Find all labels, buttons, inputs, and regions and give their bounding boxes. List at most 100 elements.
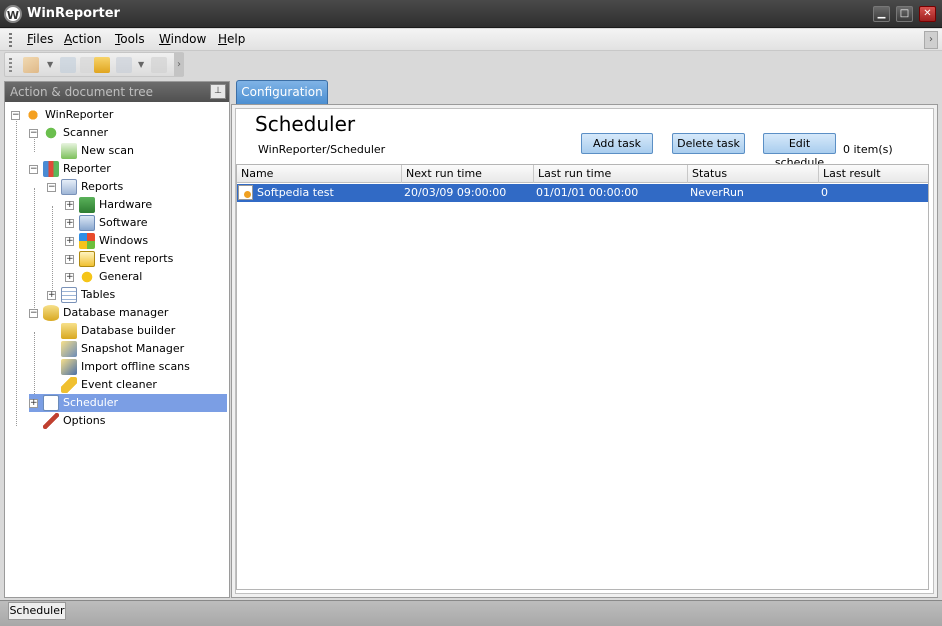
tree-node-options[interactable]: Options — [29, 412, 227, 430]
window-title: WinReporter — [27, 6, 120, 21]
new-scan-icon[interactable] — [23, 57, 39, 73]
task-table: Name Next run time Last run time Status … — [236, 164, 929, 590]
breadcrumb: WinReporter/Scheduler — [258, 143, 386, 156]
tree-label: Scheduler — [63, 396, 119, 409]
menu-action[interactable]: Action — [64, 32, 102, 46]
collapse-icon[interactable]: − — [29, 165, 38, 174]
tree-node-snapshot-manager[interactable]: Snapshot Manager — [47, 340, 227, 358]
add-task-button[interactable]: Add task — [581, 133, 653, 154]
expand-icon[interactable]: + — [65, 201, 74, 210]
winreporter-icon — [25, 107, 41, 123]
tree-label: WinReporter — [45, 108, 114, 121]
tree-label: Reports — [81, 180, 124, 193]
tree-node-software[interactable]: + Software — [65, 214, 227, 232]
tree-line — [16, 116, 17, 426]
hardware-icon — [79, 197, 95, 213]
column-header-status[interactable]: Status — [688, 165, 819, 183]
scanner-icon — [43, 125, 59, 141]
tree-node-database-manager[interactable]: − Database manager — [29, 304, 227, 322]
cell-status: NeverRun — [690, 186, 744, 199]
tree-label: Database builder — [81, 324, 176, 337]
menu-help[interactable]: Help — [218, 32, 245, 46]
windows-icon — [79, 233, 95, 249]
collapse-icon[interactable]: − — [29, 309, 38, 318]
tree-node-database-builder[interactable]: Database builder — [47, 322, 227, 340]
minimize-button[interactable]: ▁ — [873, 6, 890, 22]
expand-icon[interactable]: + — [47, 291, 56, 300]
column-header-last-result[interactable]: Last result — [819, 165, 928, 183]
tree-node-scanner[interactable]: − Scanner — [29, 124, 227, 142]
open-folder-icon[interactable] — [94, 57, 110, 73]
column-header-name[interactable]: Name — [237, 165, 402, 183]
event-reports-icon — [79, 251, 95, 267]
tree-label: Options — [63, 414, 106, 427]
tree-label: Event cleaner — [81, 378, 157, 391]
expand-icon[interactable]: + — [65, 237, 74, 246]
tree-line — [52, 206, 53, 296]
task-icon — [238, 185, 253, 200]
action-document-tree-panel: Action & document tree ⊥ − WinReporter −… — [4, 81, 230, 598]
tree-node-hardware[interactable]: + Hardware — [65, 196, 227, 214]
tree-node-reports[interactable]: − Reports — [47, 178, 227, 196]
tree-node-general[interactable]: + General — [65, 268, 227, 286]
pin-icon[interactable]: ⊥ — [210, 84, 226, 99]
chevron-down-icon[interactable]: ▼ — [138, 60, 144, 69]
panel-header: Action & document tree ⊥ — [5, 82, 229, 102]
tree-node-import-offline-scans[interactable]: Import offline scans — [47, 358, 227, 376]
cell-next-run: 20/03/09 09:00:00 — [404, 186, 507, 199]
database-icon — [43, 305, 59, 321]
tree-label: New scan — [81, 144, 134, 157]
menu-files[interactable]: Files — [27, 32, 53, 46]
chevron-down-icon[interactable]: ▼ — [47, 60, 53, 69]
tree-node-scheduler[interactable]: + Scheduler — [29, 394, 227, 412]
tab-configuration[interactable]: Configuration — [236, 80, 328, 104]
general-icon — [79, 269, 95, 285]
status-tab-scheduler[interactable]: Scheduler — [8, 602, 66, 620]
tree: − WinReporter − Scanner New scan − Repor… — [5, 102, 229, 597]
expand-icon[interactable]: + — [29, 399, 38, 408]
column-header-next-run[interactable]: Next run time — [402, 165, 534, 183]
edit-schedule-button[interactable]: Edit schedule — [763, 133, 836, 169]
toolbar-grip[interactable] — [9, 58, 12, 72]
delete-task-button[interactable]: Delete task — [672, 133, 745, 154]
close-button[interactable]: ✕ — [919, 6, 936, 22]
tree-line — [34, 188, 35, 314]
column-header-last-run[interactable]: Last run time — [534, 165, 688, 183]
tree-node-event-cleaner[interactable]: Event cleaner — [47, 376, 227, 394]
tree-node-windows[interactable]: + Windows — [65, 232, 227, 250]
expand-icon[interactable]: + — [65, 219, 74, 228]
print-icon[interactable] — [151, 57, 167, 73]
reports-icon — [61, 179, 77, 195]
table-row[interactable]: Softpedia test 20/03/09 09:00:00 01/01/0… — [237, 184, 928, 202]
collapse-icon[interactable]: − — [47, 183, 56, 192]
maximize-button[interactable]: □ — [896, 6, 913, 22]
menu-grip[interactable] — [9, 33, 12, 47]
expand-icon[interactable]: + — [65, 273, 74, 282]
page-title: Scheduler — [255, 112, 356, 136]
menu-tools[interactable]: Tools — [115, 32, 145, 46]
tree-label: Event reports — [99, 252, 174, 265]
tree-label: Database manager — [63, 306, 169, 319]
menu-window[interactable]: Window — [159, 32, 206, 46]
tree-node-new-scan[interactable]: New scan — [47, 142, 227, 160]
snapshot-icon — [61, 341, 77, 357]
tree-node-event-reports[interactable]: + Event reports — [65, 250, 227, 268]
save-icon[interactable] — [60, 57, 76, 73]
toolbar-overflow-icon[interactable]: › — [174, 53, 184, 76]
menu-overflow-icon[interactable]: › — [924, 31, 938, 49]
tree-label: Reporter — [63, 162, 111, 175]
collapse-icon[interactable]: − — [29, 129, 38, 138]
tree-node-reporter[interactable]: − Reporter — [29, 160, 227, 178]
tree-node-tables[interactable]: + Tables — [47, 286, 227, 304]
import-icon — [61, 359, 77, 375]
title-bar: W WinReporter ▁ □ ✕ — [0, 0, 942, 28]
options-icon — [43, 413, 59, 429]
tree-node-winreporter[interactable]: − WinReporter — [11, 106, 227, 124]
collapse-icon[interactable]: − — [11, 111, 20, 120]
scheduler-icon — [43, 395, 59, 411]
menu-bar: Files Action Tools Window Help › — [0, 29, 942, 51]
export-icon[interactable] — [116, 57, 132, 73]
item-count: 0 item(s) — [843, 143, 893, 156]
panel-title: Action & document tree — [10, 85, 154, 99]
expand-icon[interactable]: + — [65, 255, 74, 264]
